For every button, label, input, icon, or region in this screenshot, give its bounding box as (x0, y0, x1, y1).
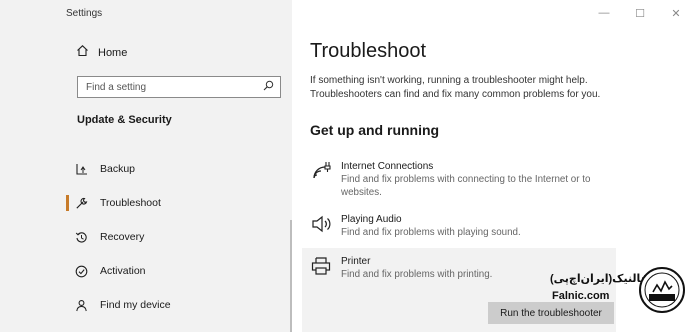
check-circle-icon (74, 264, 88, 278)
section-heading: Get up and running (310, 122, 440, 138)
sidebar-item-label: Backup (100, 163, 136, 175)
troubleshooter-audio[interactable]: Playing Audio Find and fix problems with… (310, 213, 611, 239)
sidebar: Settings Home Update & Security Backup T… (0, 0, 292, 332)
sidebar-item-find-my-device[interactable]: Find my device (66, 295, 286, 315)
backup-icon (74, 162, 88, 176)
window-controls: — ☐ ✕ (586, 0, 694, 26)
troubleshooter-description: Find and fix problems with playing sound… (341, 227, 521, 238)
sidebar-item-label: Activation (100, 265, 146, 277)
watermark-persian-text: فالنیک(ایران‌اچ‌پی) (550, 273, 648, 285)
watermark-seal-logo (639, 267, 685, 313)
search-box[interactable] (77, 76, 281, 98)
sidebar-item-activation[interactable]: Activation (66, 261, 286, 281)
close-button[interactable]: ✕ (658, 0, 694, 26)
wifi-icon (310, 160, 332, 182)
sidebar-item-troubleshoot[interactable]: Troubleshoot (66, 193, 286, 213)
minimize-button[interactable]: — (586, 0, 622, 26)
maximize-button[interactable]: ☐ (622, 0, 658, 26)
page-title: Troubleshoot (310, 40, 426, 62)
sidebar-item-recovery[interactable]: Recovery (66, 227, 286, 247)
troubleshooter-name: Playing Audio (341, 214, 402, 225)
troubleshooter-internet[interactable]: Internet Connections Find and fix proble… (310, 160, 611, 199)
printer-icon (310, 255, 332, 277)
watermark-site: Falnic.com (552, 290, 610, 302)
nav-home-label: Home (98, 47, 128, 59)
intro-text: If something isn't working, running a tr… (310, 75, 601, 100)
recovery-icon (74, 230, 88, 244)
sidebar-item-label: Find my device (100, 299, 171, 311)
watermark: فالنیک(ایران‌اچ‌پی) Falnic.com (540, 266, 690, 316)
nav-home[interactable]: Home (76, 44, 127, 62)
speaker-icon (310, 213, 332, 235)
search-icon[interactable] (263, 78, 274, 96)
sidebar-item-label: Troubleshoot (100, 197, 161, 209)
search-input[interactable] (86, 81, 256, 93)
wrench-icon (74, 196, 88, 210)
section-title: Update & Security (77, 114, 172, 126)
troubleshooter-name: Internet Connections (341, 161, 434, 172)
sidebar-item-backup[interactable]: Backup (66, 159, 286, 179)
troubleshooter-description: Find and fix problems with connecting to… (341, 174, 591, 198)
home-icon (76, 44, 89, 62)
person-location-icon (74, 298, 88, 312)
selected-indicator (66, 195, 69, 211)
window-title: Settings (66, 8, 103, 19)
sidebar-item-label: Recovery (100, 231, 145, 243)
